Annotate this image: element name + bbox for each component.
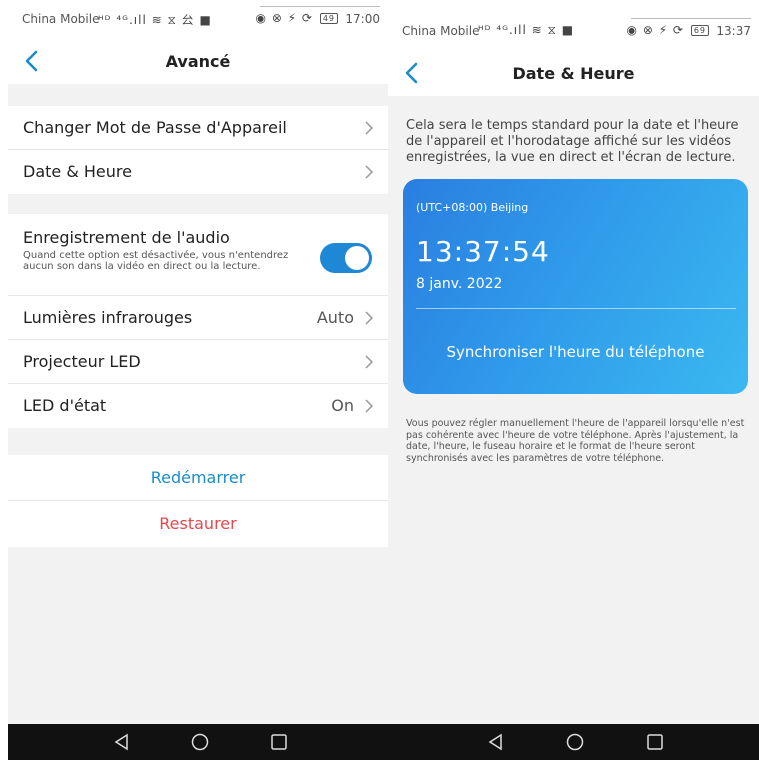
page-title: Avancé [165, 52, 231, 71]
status-bar: China Mobile ᴴᴰ ⁴ᴳ.ıll ≋ ⧖ 㕕 ■ ◉ ⊗ ⚡ ⟳ 4… [8, 0, 388, 40]
advanced-settings-screen: China Mobile ᴴᴰ ⁴ᴳ.ıll ≋ ⧖ 㕕 ■ ◉ ⊗ ⚡ ⟳ 4… [8, 0, 388, 760]
audio-recording-label: Enregistrement de l'audio [23, 228, 230, 247]
system-status-icons: ◉ ⊗ ⚡ ⟳ 69 [627, 23, 709, 37]
chevron-right-icon [365, 311, 374, 325]
signal-icons: ᴴᴰ ⁴ᴳ.ıll ≋ ⧖ 㕕 ■ [98, 13, 212, 27]
circle-home-icon[interactable] [190, 732, 210, 752]
change-password-row[interactable]: Changer Mot de Passe d'Appareil [8, 106, 388, 150]
signal-icons: ᴴᴰ ⁴ᴳ.ıll ≋ ⧖ ■ [478, 23, 575, 37]
manual-adjust-note: Vous pouvez régler manuellement l'heure … [406, 418, 745, 464]
led-projector-label: Projecteur LED [23, 352, 141, 371]
device-date: 8 janv. 2022 [416, 276, 503, 292]
status-bar: China Mobile ᴴᴰ ⁴ᴳ.ıll ≋ ⧖ ■ ◉ ⊗ ⚡ ⟳ 69 … [388, 12, 759, 52]
status-led-label: LED d'état [23, 396, 107, 415]
date-time-label: Date & Heure [23, 162, 132, 181]
audio-recording-row: Enregistrement de l'audio Quand cette op… [8, 214, 388, 296]
system-status-icons: ◉ ⊗ ⚡ ⟳ 49 [256, 11, 338, 25]
battery-icon: 49 [319, 13, 338, 24]
nav-bar: Avancé [8, 40, 388, 84]
infrared-lights-value: Auto [316, 308, 354, 327]
page-title: Date & Heure [512, 64, 635, 83]
chevron-right-icon [365, 121, 374, 135]
settings-group-device: Enregistrement de l'audio Quand cette op… [8, 214, 388, 428]
carrier-name: China Mobile [22, 12, 100, 26]
date-time-row[interactable]: Date & Heure [8, 150, 388, 194]
status-divider [260, 6, 380, 7]
audio-recording-description: Quand cette option est désactivée, vous … [23, 250, 289, 272]
carrier-name: China Mobile [402, 24, 480, 38]
triangle-back-icon[interactable] [486, 732, 506, 752]
infrared-lights-row[interactable]: Lumières infrarouges Auto [8, 296, 388, 340]
restore-button[interactable]: Restaurer [8, 501, 388, 547]
triangle-back-icon[interactable] [112, 732, 132, 752]
date-time-intro-text: Cela sera le temps standard pour la date… [406, 118, 739, 165]
date-time-screen: China Mobile ᴴᴰ ⁴ᴳ.ıll ≋ ⧖ ■ ◉ ⊗ ⚡ ⟳ 69 … [388, 0, 759, 760]
square-recents-icon[interactable] [269, 732, 289, 752]
status-led-row[interactable]: LED d'état On [8, 384, 388, 428]
nav-bar: Date & Heure [388, 52, 759, 96]
audio-recording-toggle[interactable] [320, 243, 372, 273]
chevron-right-icon [365, 355, 374, 369]
reboot-button[interactable]: Redémarrer [8, 455, 388, 501]
settings-group-actions: Redémarrer Restaurer [8, 455, 388, 547]
device-time-card: (UTC+08:00) Beijing 13:37:54 8 janv. 202… [403, 179, 748, 394]
status-time: 17:00 [345, 12, 380, 26]
status-divider [631, 18, 751, 19]
sync-phone-time-button[interactable]: Synchroniser l'heure du téléphone [403, 343, 748, 361]
system-navigation-bar [388, 724, 759, 760]
status-time: 13:37 [716, 24, 751, 38]
chevron-right-icon [365, 399, 374, 413]
toggle-knob [345, 246, 369, 270]
card-divider [416, 308, 736, 309]
status-led-value: On [331, 396, 354, 415]
square-recents-icon[interactable] [645, 732, 665, 752]
system-navigation-bar [8, 724, 388, 760]
settings-group-security: Changer Mot de Passe d'Appareil Date & H… [8, 106, 388, 194]
chevron-right-icon [365, 165, 374, 179]
battery-icon: 69 [690, 25, 709, 36]
led-projector-row[interactable]: Projecteur LED [8, 340, 388, 384]
infrared-lights-label: Lumières infrarouges [23, 308, 193, 327]
timezone-label: (UTC+08:00) Beijing [416, 201, 529, 214]
device-clock: 13:37:54 [416, 235, 550, 268]
circle-home-icon[interactable] [565, 732, 585, 752]
status-bar-padding [388, 0, 759, 12]
change-password-label: Changer Mot de Passe d'Appareil [23, 118, 287, 137]
